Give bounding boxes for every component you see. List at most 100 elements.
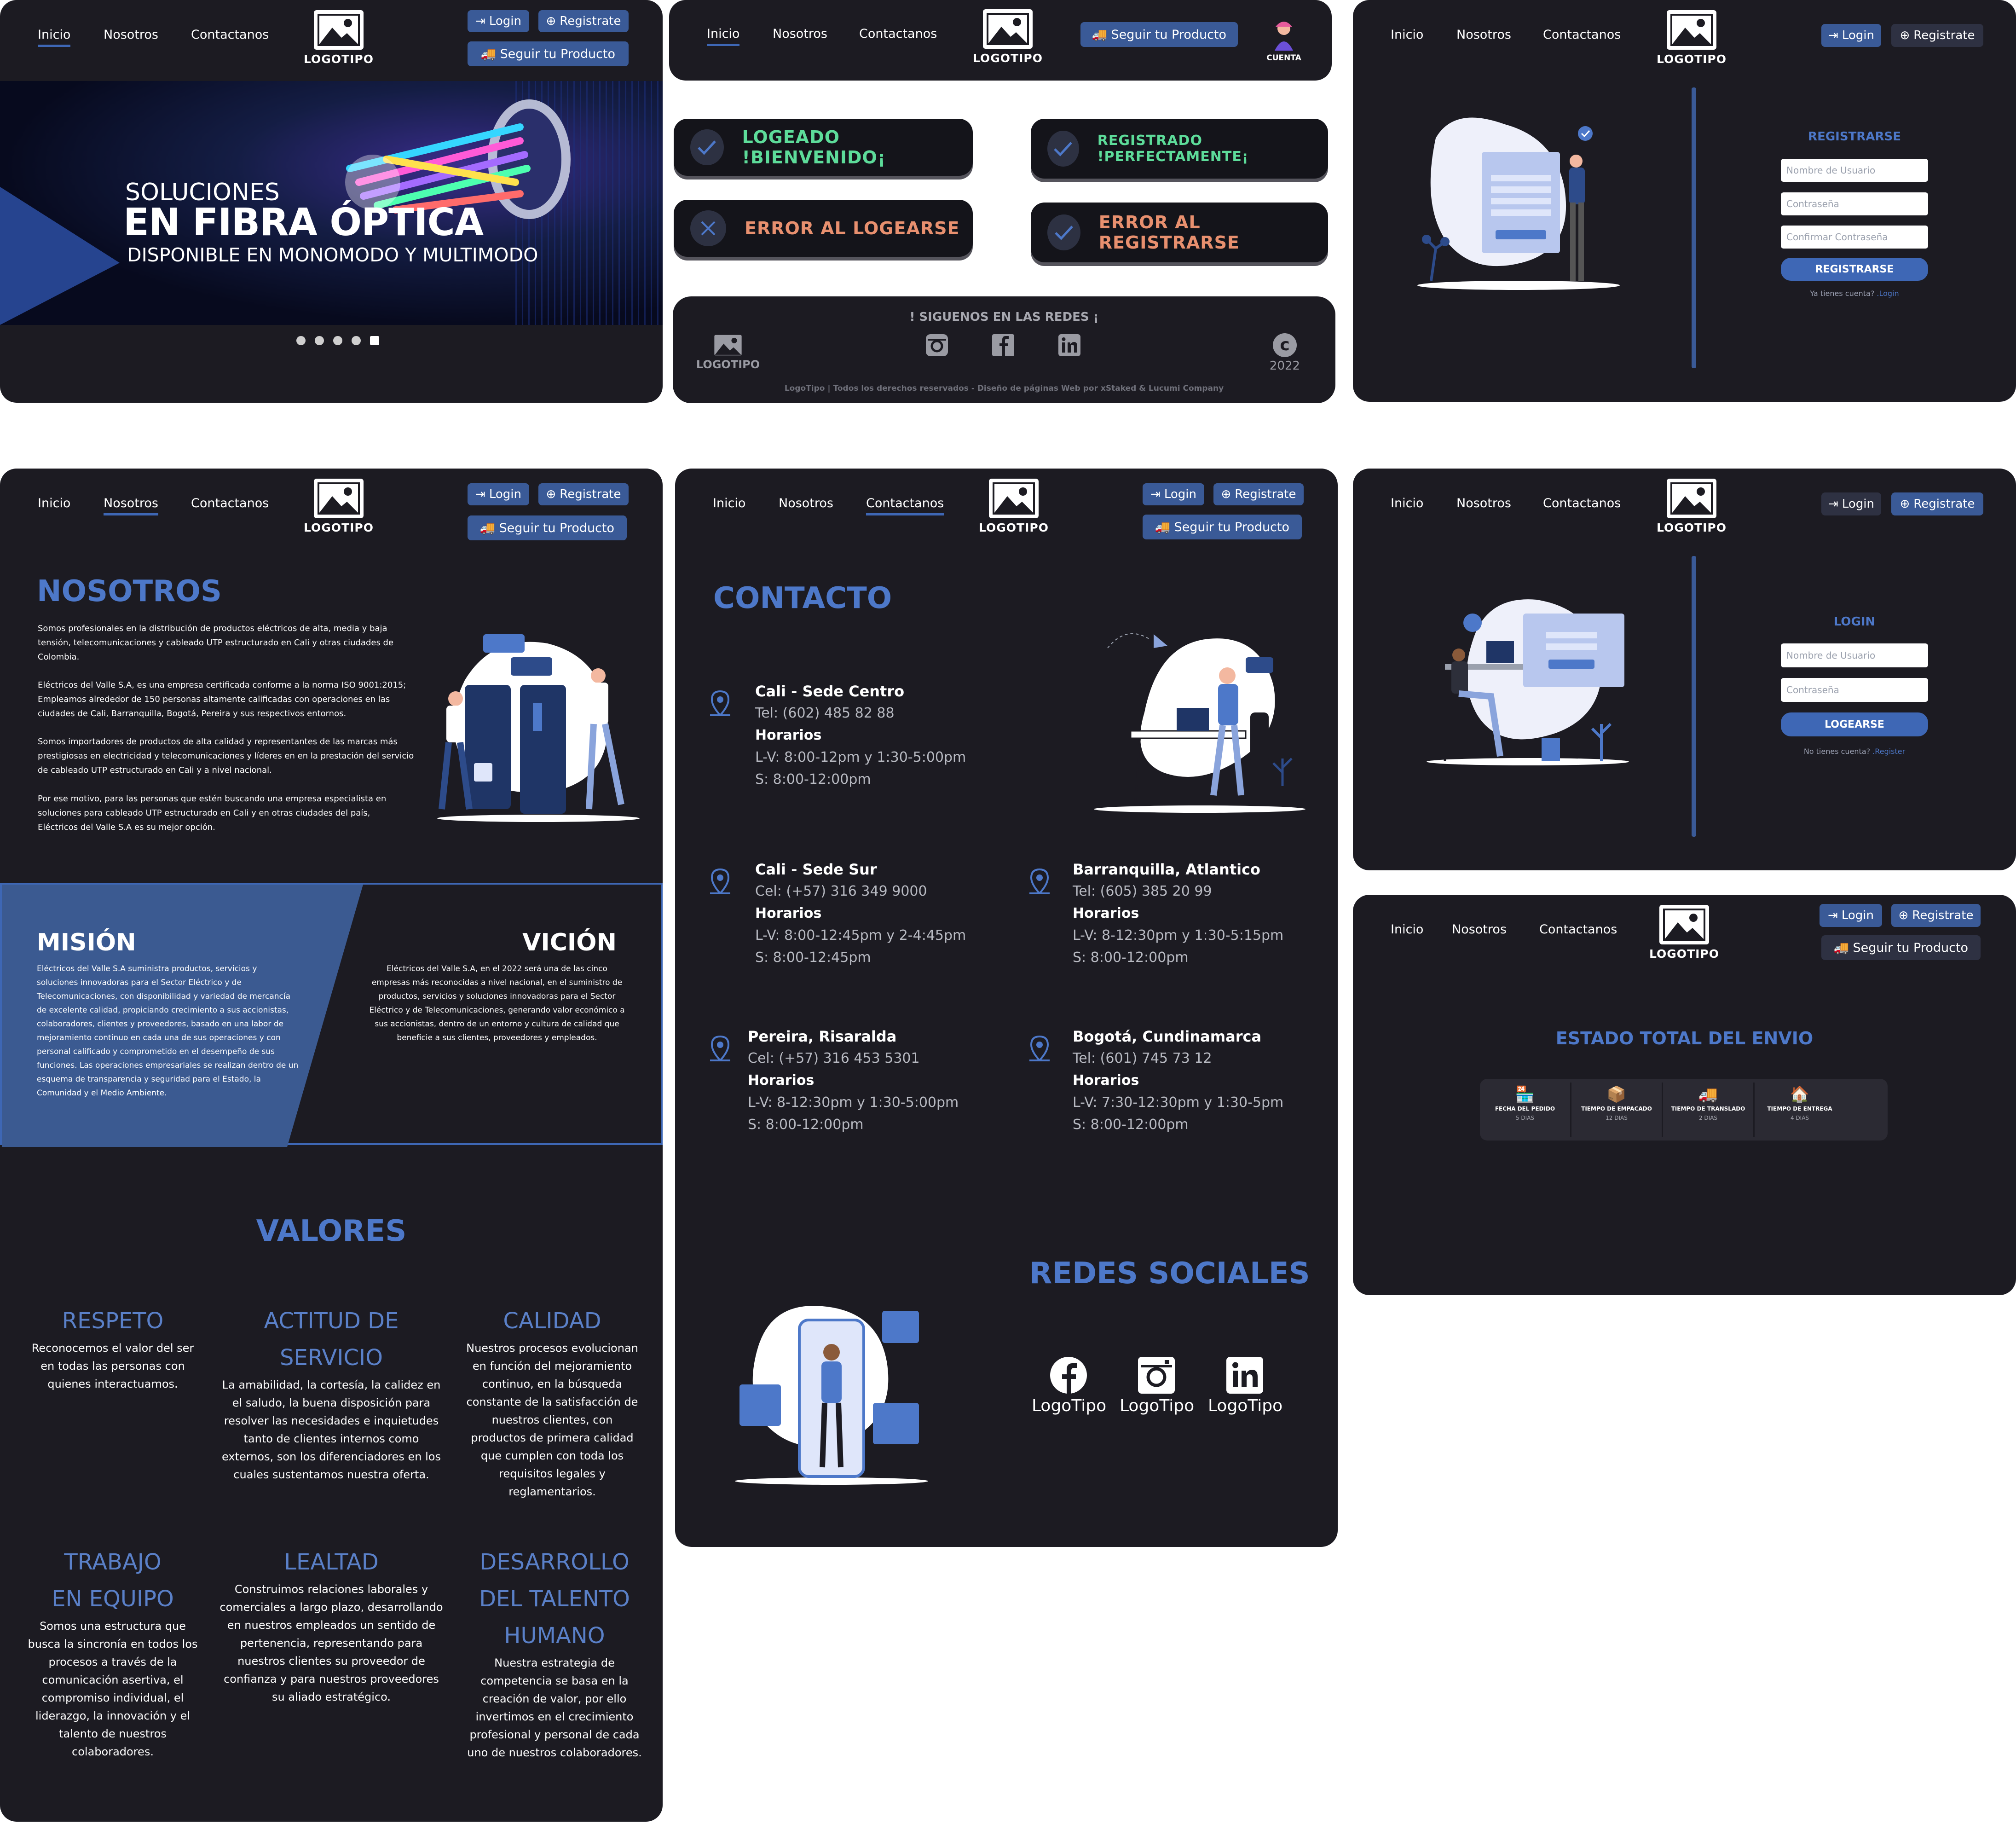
logo[interactable]: LOGOTIPO bbox=[1655, 10, 1728, 66]
nav-inicio[interactable]: Inicio bbox=[713, 496, 745, 510]
nav-contactanos[interactable]: Contactanos bbox=[866, 496, 944, 515]
toast-login-success: LOGEADO !BIENVENIDO¡ bbox=[674, 119, 973, 176]
track-product-button[interactable]: 🚚 Seguir tu Producto bbox=[468, 41, 629, 66]
register-button[interactable]: ⊕ Registrate bbox=[1213, 483, 1304, 505]
toast-register-success: REGISTRADO !PERFECTAMENTE¡ bbox=[1031, 119, 1328, 179]
nav-inicio[interactable]: Inicio bbox=[38, 28, 71, 47]
have-account-text: Ya tienes cuenta? .Login bbox=[1810, 289, 1899, 298]
nav-nosotros[interactable]: Nosotros bbox=[1456, 496, 1511, 510]
footer-panel: ! SIGUENOS EN LAS REDES ¡ LOGOTIPO c 202… bbox=[673, 296, 1335, 403]
register-confirm-password-input[interactable]: Confirmar Contraseña bbox=[1781, 226, 1928, 249]
login-submit-button[interactable]: LOGEARSE bbox=[1781, 712, 1928, 736]
copyright: c 2022 bbox=[1262, 333, 1308, 373]
hero-carousel[interactable]: SOLUCIONES EN FIBRA ÓPTICA DISPONIBLE EN… bbox=[0, 81, 663, 325]
nav-nosotros[interactable]: Nosotros bbox=[104, 496, 158, 515]
login-button[interactable]: ⇥ Login bbox=[1143, 483, 1204, 505]
nav-nosotros[interactable]: Nosotros bbox=[773, 27, 827, 41]
login-icon: ⇥ bbox=[1828, 29, 1838, 42]
login-button[interactable]: ⇥ Login bbox=[1820, 904, 1882, 927]
linkedin-icon bbox=[1226, 1357, 1263, 1394]
nav-nosotros[interactable]: Nosotros bbox=[104, 28, 158, 42]
divider bbox=[1692, 87, 1696, 368]
nav-inicio[interactable]: Inicio bbox=[1391, 922, 1423, 937]
track-product-button[interactable]: 🚚 Seguir tu Producto bbox=[1080, 22, 1238, 47]
login-button[interactable]: ⇥ Login bbox=[1821, 492, 1881, 515]
nav-contactanos[interactable]: Contactanos bbox=[1539, 922, 1617, 937]
toast-register-error: ERROR AL REGISTRARSE bbox=[1031, 203, 1328, 262]
plus-circle-icon: ⊕ bbox=[546, 14, 556, 28]
social-instagram[interactable]: LogoTipo bbox=[1120, 1356, 1194, 1415]
nav-contactanos[interactable]: Contactanos bbox=[191, 28, 269, 42]
login-icon: ⇥ bbox=[475, 487, 485, 501]
logged-header-panel: Inicio Nosotros Contactanos LOGOTIPO 🚚 Se… bbox=[669, 0, 1332, 81]
login-button[interactable]: ⇥ Login bbox=[468, 483, 529, 505]
register-button[interactable]: ⊕ Registrate bbox=[1891, 904, 1981, 927]
nav-inicio[interactable]: Inicio bbox=[707, 27, 740, 46]
shipping-status-panel: Inicio Nosotros Contactanos LOGOTIPO ⇥ Lo… bbox=[1353, 895, 2016, 1295]
logo[interactable]: LOGOTIPO bbox=[977, 479, 1051, 534]
register-button[interactable]: ⊕ Registrate bbox=[1891, 492, 1983, 515]
social-linkedin[interactable]: LogoTipo bbox=[1208, 1356, 1282, 1415]
track-product-button[interactable]: 🚚 Seguir tu Producto bbox=[1821, 935, 1981, 960]
logo[interactable]: LOGOTIPO bbox=[971, 9, 1045, 65]
login-icon: ⇥ bbox=[1828, 909, 1838, 922]
nav-nosotros[interactable]: Nosotros bbox=[1452, 922, 1507, 937]
nav-inicio[interactable]: Inicio bbox=[1391, 496, 1423, 510]
location-pin-icon bbox=[710, 690, 730, 716]
location-pin-icon bbox=[710, 1036, 730, 1061]
nosotros-paragraph-1: Somos profesionales en la distribución d… bbox=[38, 624, 394, 662]
check-icon bbox=[1054, 142, 1073, 156]
carousel-dot-2[interactable] bbox=[315, 336, 324, 345]
account-menu[interactable]: CUENTA bbox=[1262, 18, 1306, 63]
carousel-dot-1[interactable] bbox=[296, 336, 306, 345]
carousel-dot-3[interactable] bbox=[333, 336, 342, 345]
nav-contactanos[interactable]: Contactanos bbox=[1543, 496, 1621, 510]
facebook-icon[interactable] bbox=[991, 333, 1015, 357]
contacto-panel: Inicio Nosotros Contactanos LOGOTIPO ⇥ Lo… bbox=[675, 469, 1338, 1547]
login-button[interactable]: ⇥ Login bbox=[468, 10, 529, 32]
location-pin-icon bbox=[1029, 1036, 1050, 1061]
register-password-input[interactable]: Contraseña bbox=[1781, 192, 1928, 215]
step-entrega: 🏠 TIEMPO DE ENTREGA 4 DIAS bbox=[1755, 1085, 1845, 1121]
go-login-link[interactable]: .Login bbox=[1877, 289, 1899, 298]
carousel-dot-5[interactable] bbox=[370, 336, 379, 345]
footer-logo[interactable]: LOGOTIPO bbox=[691, 334, 765, 371]
valor-lealtad: LEALTAD Construimos relaciones laborales… bbox=[220, 1549, 443, 1703]
logo[interactable]: LOGOTIPO bbox=[1647, 905, 1721, 961]
truck-icon: 🚚 bbox=[480, 47, 497, 61]
logo[interactable]: LOGOTIPO bbox=[302, 479, 375, 534]
register-button[interactable]: ⊕ Registrate bbox=[538, 483, 629, 505]
boxes-icon: 📦 bbox=[1606, 1085, 1627, 1104]
logo[interactable]: LOGOTIPO bbox=[1655, 479, 1728, 534]
nav-inicio[interactable]: Inicio bbox=[1391, 28, 1423, 42]
track-product-button[interactable]: 🚚 Seguir tu Producto bbox=[468, 515, 627, 540]
linkedin-icon[interactable] bbox=[1057, 333, 1081, 357]
shipping-steps: 🏪 FECHA DEL PEDIDO 5 DIAS 📦 TIEMPO DE EM… bbox=[1480, 1079, 1888, 1141]
truck-icon: 🚚 bbox=[1833, 941, 1849, 955]
register-username-input[interactable]: Nombre de Usuario bbox=[1781, 159, 1928, 182]
login-icon: ⇥ bbox=[1150, 487, 1161, 501]
register-button[interactable]: ⊕ Registrate bbox=[538, 10, 629, 32]
login-username-input[interactable]: Nombre de Usuario bbox=[1781, 643, 1928, 667]
go-register-link[interactable]: .Register bbox=[1872, 747, 1905, 756]
nav-nosotros[interactable]: Nosotros bbox=[779, 496, 833, 510]
facebook-icon bbox=[1050, 1357, 1087, 1394]
nav-contactanos[interactable]: Contactanos bbox=[191, 496, 269, 510]
register-button[interactable]: ⊕ Registrate bbox=[1891, 24, 1983, 47]
copyright-icon: c bbox=[1273, 333, 1297, 357]
register-submit-button[interactable]: REGISTRARSE bbox=[1781, 258, 1928, 281]
nav-contactanos[interactable]: Contactanos bbox=[1543, 28, 1621, 42]
login-button[interactable]: ⇥ Login bbox=[1821, 24, 1881, 47]
track-product-button[interactable]: 🚚 Seguir tu Producto bbox=[1143, 515, 1302, 539]
instagram-icon[interactable] bbox=[925, 333, 949, 357]
carousel-dot-4[interactable] bbox=[352, 336, 361, 345]
social-facebook[interactable]: LogoTipo bbox=[1032, 1356, 1106, 1415]
support-illustration bbox=[1094, 633, 1305, 813]
valor-desarrollo-talento: DESARROLLO DEL TALENTO HUMANO Nuestra es… bbox=[467, 1549, 642, 1759]
logo[interactable]: LOGOTIPO bbox=[302, 10, 375, 66]
nav-nosotros[interactable]: Nosotros bbox=[1456, 28, 1511, 42]
login-password-input[interactable]: Contraseña bbox=[1781, 678, 1928, 702]
nav-inicio[interactable]: Inicio bbox=[38, 496, 70, 510]
nav-contactanos[interactable]: Contactanos bbox=[859, 27, 937, 41]
location-pin-icon bbox=[710, 868, 730, 894]
